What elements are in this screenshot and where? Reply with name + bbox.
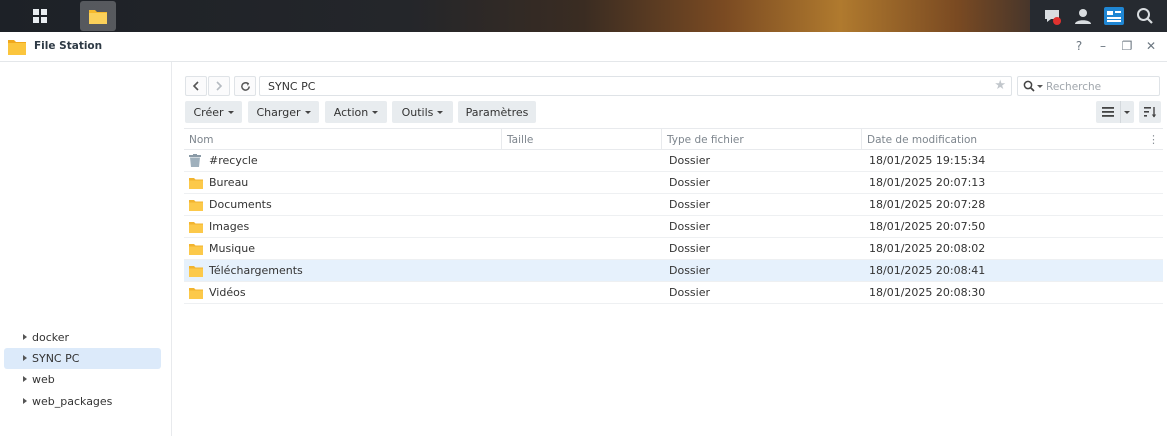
caret-down-icon[interactable] (1124, 111, 1130, 114)
file-date: 18/01/2025 20:08:30 (869, 286, 986, 299)
help-icon[interactable]: ? (1071, 38, 1087, 54)
table-row[interactable]: #recycle Dossier 18/01/2025 19:15:34 (184, 150, 1163, 172)
window-controls: ? – ❐ ✕ (1071, 38, 1159, 54)
restore-icon[interactable]: ❐ (1119, 38, 1135, 54)
folder-icon (189, 287, 203, 299)
minimize-icon[interactable]: – (1095, 38, 1111, 54)
file-name: #recycle (209, 154, 258, 167)
chat-notification-icon[interactable] (1041, 5, 1063, 27)
table-row[interactable]: Images Dossier 18/01/2025 20:07:50 (184, 216, 1163, 238)
main-menu-icon[interactable] (20, 0, 60, 32)
user-icon[interactable] (1072, 5, 1094, 27)
caret-down-icon (437, 111, 444, 114)
widgets-icon[interactable] (1103, 5, 1125, 27)
action-button[interactable]: Action (325, 101, 387, 123)
file-station-taskbar-icon[interactable] (80, 1, 116, 31)
caret-down-icon (304, 111, 311, 114)
file-type: Dossier (669, 242, 711, 255)
table-row-highlighted[interactable]: Téléchargements Dossier 18/01/2025 20:08… (184, 260, 1163, 282)
search-dropdown-icon[interactable] (1037, 85, 1043, 88)
file-type: Dossier (669, 286, 711, 299)
current-path: SYNC PC (268, 80, 316, 93)
file-date: 18/01/2025 19:15:34 (869, 154, 986, 167)
file-type: Dossier (669, 198, 711, 211)
file-date: 18/01/2025 20:08:41 (869, 264, 986, 277)
file-name: Vidéos (209, 286, 246, 299)
file-date: 18/01/2025 20:07:28 (869, 198, 986, 211)
view-mode-button[interactable] (1096, 101, 1134, 123)
folder-icon (189, 243, 203, 255)
chevron-left-icon (192, 81, 199, 91)
tools-button[interactable]: Outils (392, 101, 453, 123)
expand-arrow-icon[interactable] (23, 355, 27, 361)
table-row[interactable]: Bureau Dossier 18/01/2025 20:07:13 (184, 172, 1163, 194)
sort-button[interactable] (1139, 101, 1161, 123)
column-header-name[interactable]: Nom (184, 129, 502, 150)
favorite-star-icon[interactable]: ★ (994, 78, 1006, 93)
table-header: Nom Taille Type de fichier Date de modif… (184, 128, 1163, 150)
column-header-date[interactable]: Date de modification (862, 129, 1152, 150)
table-row[interactable]: Vidéos Dossier 18/01/2025 20:08:30 (184, 282, 1163, 304)
taskbar-tray (1030, 0, 1167, 32)
search-icon[interactable] (1023, 80, 1035, 95)
sidebar-item-docker[interactable]: docker (4, 327, 161, 348)
sidebar: docker SYNC PC web web_packages (0, 62, 172, 436)
file-type: Dossier (669, 264, 711, 277)
refresh-button[interactable] (234, 76, 256, 96)
file-name: Documents (209, 198, 272, 211)
folder-icon (189, 265, 203, 277)
file-name: Bureau (209, 176, 249, 189)
folder-icon (189, 177, 203, 189)
chevron-right-icon (216, 81, 223, 91)
file-type: Dossier (669, 176, 711, 189)
close-icon[interactable]: ✕ (1143, 38, 1159, 54)
path-bar[interactable]: SYNC PC ★ (259, 76, 1012, 96)
taskbar (0, 0, 1167, 32)
sort-icon (1143, 106, 1156, 117)
folder-icon (189, 221, 203, 233)
table-row[interactable]: Musique Dossier 18/01/2025 20:08:02 (184, 238, 1163, 260)
file-date: 18/01/2025 20:07:50 (869, 220, 986, 233)
search-box[interactable] (1017, 76, 1160, 96)
search-icon[interactable] (1134, 5, 1156, 27)
back-button[interactable] (185, 76, 207, 96)
file-table: Nom Taille Type de fichier Date de modif… (184, 128, 1163, 304)
trash-icon (189, 154, 203, 167)
column-header-type[interactable]: Type de fichier (662, 129, 862, 150)
file-type: Dossier (669, 154, 711, 167)
file-date: 18/01/2025 20:07:13 (869, 176, 986, 189)
folder-icon (189, 199, 203, 211)
sidebar-item-web-packages[interactable]: web_packages (4, 391, 161, 412)
main-panel: SYNC PC ★ Créer Charger Action Outils Pa… (172, 62, 1167, 436)
expand-arrow-icon[interactable] (23, 334, 27, 340)
table-row[interactable]: Documents Dossier 18/01/2025 20:07:28 (184, 194, 1163, 216)
sidebar-item-web[interactable]: web (4, 369, 161, 390)
window-title: File Station (34, 40, 103, 52)
expand-arrow-icon[interactable] (23, 398, 27, 404)
file-name: Téléchargements (209, 264, 303, 277)
file-station-icon (8, 38, 26, 58)
expand-arrow-icon[interactable] (23, 376, 27, 382)
file-name: Musique (209, 242, 255, 255)
upload-button[interactable]: Charger (248, 101, 319, 123)
file-date: 18/01/2025 20:08:02 (869, 242, 986, 255)
column-options-icon[interactable]: ⋮ (1148, 133, 1159, 146)
create-button[interactable]: Créer (185, 101, 242, 123)
search-input[interactable] (1046, 79, 1156, 94)
file-name: Images (209, 220, 250, 233)
window-titlebar: File Station ? – ❐ ✕ (0, 32, 1167, 62)
settings-button[interactable]: Paramètres (458, 101, 536, 123)
caret-down-icon (372, 111, 379, 114)
refresh-icon (240, 81, 250, 91)
file-type: Dossier (669, 220, 711, 233)
sidebar-item-sync-pc[interactable]: SYNC PC (4, 348, 161, 369)
column-header-size[interactable]: Taille (502, 129, 662, 150)
forward-button[interactable] (208, 76, 230, 96)
list-view-icon (1102, 107, 1114, 117)
caret-down-icon (227, 111, 234, 114)
